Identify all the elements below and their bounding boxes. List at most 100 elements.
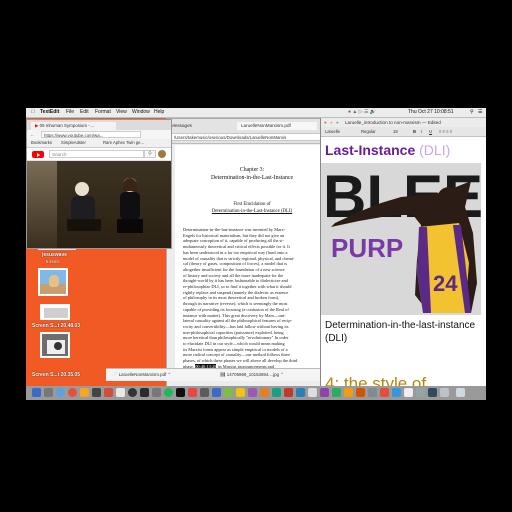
menu-window[interactable]: Window	[132, 108, 150, 117]
dock	[26, 386, 486, 400]
downloads-bar: 📄 LaruelleNonMarxism.pdf ⌃ 🖼 14705969_10…	[106, 368, 336, 381]
align-icons[interactable]: ≡ ≡ ≡ ≡	[439, 127, 452, 136]
video-player[interactable]	[27, 161, 171, 248]
browser-window: ▶ 06 Inhuman Symposium - ... ← https://w…	[26, 119, 172, 249]
desktop-item-label[interactable]: Screen S...t 20.35.05	[32, 372, 80, 378]
font-size-select[interactable]: 18	[393, 127, 398, 136]
app-icon[interactable]	[200, 388, 209, 397]
url-input[interactable]: https://www.youtube.com/wa...	[41, 131, 141, 138]
trash-icon[interactable]	[456, 388, 465, 397]
speaker-figure	[67, 182, 101, 231]
app-icon[interactable]	[392, 388, 401, 397]
mail-icon[interactable]	[80, 388, 89, 397]
tab-pdf[interactable]: LaruelleNonMarxism.pdf	[237, 122, 317, 130]
app-icon[interactable]	[224, 388, 233, 397]
desktop-thumbnail-icon[interactable]	[38, 268, 68, 296]
search-icon[interactable]: ⚲	[470, 108, 474, 117]
pdf-window: Messages LaruelleNonMarxism.pdf /Users/t…	[166, 118, 338, 395]
app-icon[interactable]	[92, 388, 101, 397]
app-icon[interactable]	[332, 388, 341, 397]
app-icon[interactable]	[368, 388, 377, 397]
browser-tabbar: ▶ 06 Inhuman Symposium - ...	[27, 120, 171, 130]
app-icon[interactable]	[356, 388, 365, 397]
app-icon[interactable]	[236, 388, 245, 397]
bold-button[interactable]: B	[413, 127, 416, 136]
desktop-item-sub: 5 items	[46, 259, 60, 264]
apple-icon[interactable]: 	[31, 108, 35, 117]
menu-file[interactable]: File	[66, 108, 74, 117]
screenshot-thumbnail-icon[interactable]	[40, 332, 70, 358]
youtube-logo-icon[interactable]	[32, 151, 44, 158]
font-family-select[interactable]: Laruelle	[325, 127, 340, 136]
app-icon[interactable]	[152, 388, 161, 397]
underline-button[interactable]: U	[429, 127, 432, 136]
app-icon[interactable]	[284, 388, 293, 397]
spotify-icon[interactable]	[164, 388, 173, 397]
screenshot-thumbnail-icon[interactable]	[40, 304, 70, 320]
format-toolbar: Laruelle Regular 18 B I U ≡ ≡ ≡ ≡	[321, 127, 486, 137]
bookmark-item[interactable]: SimpleAdster	[61, 139, 86, 147]
finder-icon[interactable]	[32, 388, 41, 397]
avatar[interactable]	[158, 150, 166, 158]
app-icon[interactable]	[416, 388, 425, 397]
menu-app-name[interactable]: TextEdit	[40, 108, 59, 117]
browser-urlbar: ← https://www.youtube.com/wa...	[27, 130, 171, 139]
app-icon[interactable]	[260, 388, 269, 397]
menu-edit[interactable]: Edit	[80, 108, 89, 117]
app-icon[interactable]	[128, 388, 137, 397]
browser-tab[interactable]: ▶ 06 Inhuman Symposium - ...	[31, 122, 116, 130]
slide-title: Last-Instance (DLI)	[325, 142, 450, 158]
italic-button[interactable]: I	[421, 127, 422, 136]
menu-help[interactable]: Help	[154, 108, 164, 117]
zoom-icon[interactable]: ●	[336, 118, 339, 127]
app-icon[interactable]	[212, 388, 221, 397]
app-icon[interactable]	[104, 388, 113, 397]
app-icon[interactable]	[308, 388, 317, 397]
chapter-title: Determination-in-the-Last-Instance	[210, 175, 294, 181]
menu-format[interactable]: Format	[95, 108, 111, 117]
desktop-item-label[interactable]: Screen S...t 20.48.03	[32, 323, 80, 329]
slide-document: Last-Instance (DLI) BLEE PURP 24 Determi…	[321, 138, 486, 398]
status-icons[interactable]: ● ▲ ▷ ☰ 🔊	[348, 108, 376, 117]
app-icon[interactable]	[116, 388, 125, 397]
menu-list-icon[interactable]: ☰	[478, 108, 482, 117]
app-icon[interactable]	[272, 388, 281, 397]
search-icon[interactable]: ⚲	[144, 150, 156, 158]
app-icon[interactable]	[320, 388, 329, 397]
slide-window: ● ● ● Laruelle_introduction to non-marxi…	[320, 118, 486, 398]
slide-window-titlebar: ● ● ● Laruelle_introduction to non-marxi…	[321, 118, 486, 127]
safari-icon[interactable]	[56, 388, 65, 397]
bookmark-item[interactable]: Bookmarks	[31, 139, 52, 147]
app-icon[interactable]	[404, 388, 413, 397]
close-icon[interactable]: ●	[324, 118, 327, 127]
font-style-select[interactable]: Regular	[361, 127, 376, 136]
app-icon[interactable]	[440, 388, 449, 397]
pdf-address-field[interactable]: /Users/takemusic/oserious/Downloads/Laru…	[171, 133, 333, 141]
slide-caption: Determination-in-the-last-instance (DLI)	[325, 320, 476, 344]
pdf-page: Chapter 3: Determination-in-the-Last-Ins…	[175, 145, 329, 380]
app-icon[interactable]	[296, 388, 305, 397]
search-input[interactable]: Search	[49, 150, 144, 158]
tab-messages[interactable]: Messages	[171, 122, 231, 130]
desktop-item-label[interactable]: jesuswave	[42, 252, 67, 258]
terminal-icon[interactable]	[176, 388, 185, 397]
download-item[interactable]: 🖼 14705969_10153694....jpg ⌃	[220, 369, 284, 381]
minimize-icon[interactable]: ●	[330, 118, 333, 127]
pdf-toolbar: Messages LaruelleNonMarxism.pdf /Users/t…	[167, 119, 337, 144]
app-icon[interactable]	[344, 388, 353, 397]
app-icon[interactable]	[140, 388, 149, 397]
download-item[interactable]: 📄 LaruelleNonMarxism.pdf ⌃	[112, 369, 171, 381]
app-icon[interactable]	[188, 388, 197, 397]
browser-tab-title: 06 Inhuman Symposium - ...	[39, 123, 95, 128]
menubar-clock[interactable]: Thu Oct 27 10:08:51	[408, 108, 454, 117]
chrome-icon[interactable]	[68, 388, 77, 397]
bookmark-item[interactable]: Rare Aphex Twin ge...	[103, 139, 144, 147]
app-icon[interactable]	[380, 388, 389, 397]
menu-view[interactable]: View	[116, 108, 127, 117]
youtube-header: Search ⚲	[27, 148, 171, 161]
app-icon[interactable]	[428, 388, 437, 397]
slide-title-main: Last-Instance	[325, 142, 416, 158]
app-icon[interactable]	[248, 388, 257, 397]
back-icon[interactable]: ←	[30, 130, 34, 139]
launchpad-icon[interactable]	[44, 388, 53, 397]
